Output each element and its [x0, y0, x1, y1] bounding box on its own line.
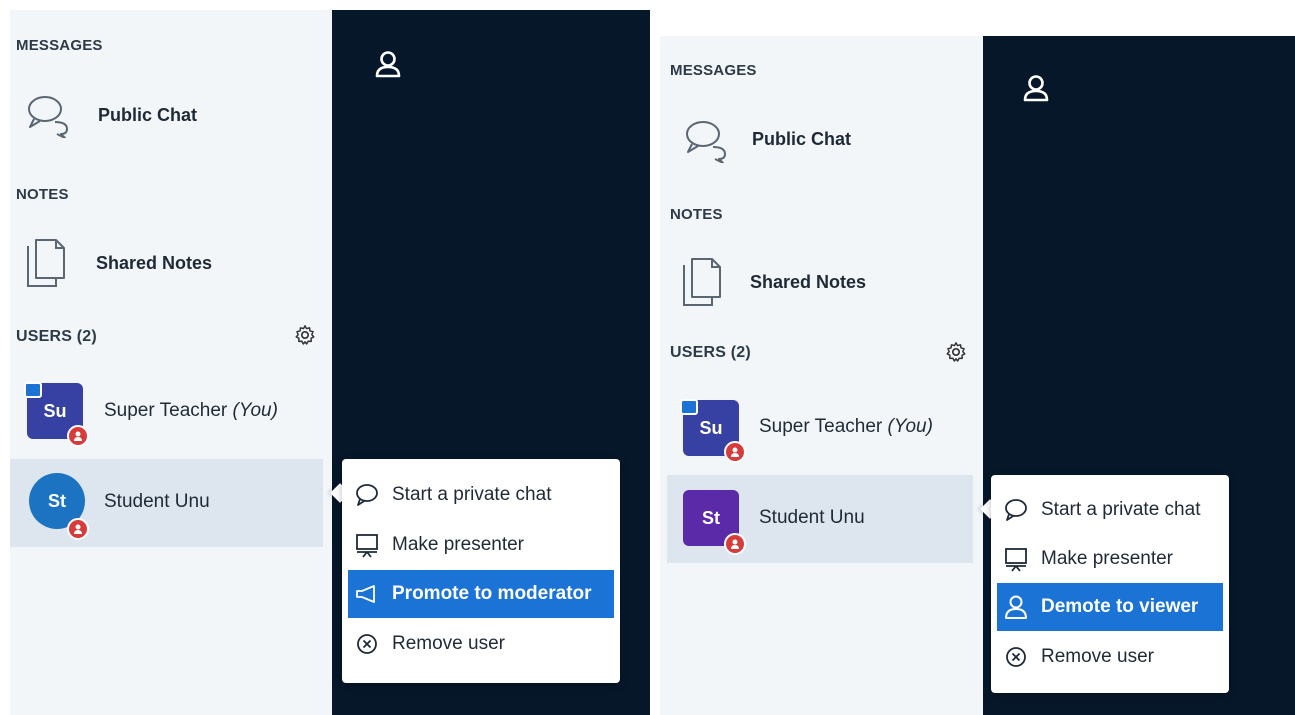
notes-icon	[27, 239, 65, 287]
make-presenter-item[interactable]: Make presenter	[348, 521, 614, 569]
users-heading: USERS (2)	[670, 344, 751, 361]
moderator-badge-icon	[67, 425, 89, 447]
presenter-badge-icon	[24, 382, 42, 398]
shared-notes-link[interactable]: Shared Notes	[96, 253, 212, 274]
menu-item-label: Remove user	[392, 633, 505, 654]
you-suffix: (You)	[887, 416, 933, 437]
promote-to-moderator-item[interactable]: Promote to moderator	[348, 570, 614, 618]
start-private-chat-item[interactable]: Start a private chat	[348, 471, 614, 519]
avatar-initials: Su	[699, 417, 723, 438]
moderator-badge-icon	[724, 533, 746, 555]
settings-gear-icon[interactable]	[294, 324, 316, 346]
menu-item-label: Remove user	[1041, 646, 1154, 667]
chat-icon	[686, 121, 726, 163]
menu-item-label: Promote to moderator	[392, 583, 592, 604]
moderator-badge-icon	[67, 518, 89, 540]
user-name-text: Super Teacher	[104, 400, 228, 421]
remove-user-item[interactable]: Remove user	[348, 620, 614, 668]
avatar-initials: Su	[43, 400, 67, 421]
notes-icon	[683, 258, 721, 306]
notes-heading: NOTES	[16, 186, 69, 203]
user-name: Student Unu	[759, 507, 865, 528]
circle-x-icon	[357, 634, 377, 654]
presentation-icon	[356, 534, 378, 558]
menu-item-label: Make presenter	[1041, 548, 1174, 569]
user-list-toggle-icon[interactable]	[375, 50, 401, 78]
user-actions-menu: Start a private chat Make presenter Prom…	[342, 459, 620, 683]
messages-heading: MESSAGES	[670, 62, 757, 79]
chat-icon	[28, 96, 68, 138]
user-list-toggle-icon[interactable]	[1023, 74, 1049, 102]
public-chat-link[interactable]: Public Chat	[98, 105, 197, 126]
user-name-text: Super Teacher	[759, 416, 883, 437]
menu-item-label: Demote to viewer	[1041, 596, 1199, 617]
notes-heading: NOTES	[670, 206, 723, 223]
user-actions-menu: Start a private chat Make presenter Demo…	[991, 475, 1229, 693]
public-chat-link[interactable]: Public Chat	[752, 129, 851, 150]
megaphone-icon	[356, 585, 375, 603]
presenter-badge-icon	[680, 399, 698, 415]
avatar-initials: St	[48, 490, 66, 511]
demote-to-viewer-item[interactable]: Demote to viewer	[997, 583, 1223, 631]
avatar-initials: St	[702, 507, 720, 528]
menu-item-label: Make presenter	[392, 534, 525, 555]
presentation-icon	[1005, 548, 1027, 572]
user-name: Super Teacher (You)	[759, 416, 933, 438]
circle-x-icon	[1006, 647, 1026, 667]
start-private-chat-item[interactable]: Start a private chat	[997, 486, 1223, 534]
you-suffix: (You)	[232, 400, 278, 421]
menu-item-label: Start a private chat	[1041, 499, 1201, 520]
user-icon	[1005, 595, 1027, 619]
moderator-badge-icon	[724, 441, 746, 463]
chat-bubble-icon	[356, 484, 378, 506]
user-name: Student Unu	[104, 491, 210, 512]
menu-item-label: Start a private chat	[392, 484, 552, 505]
make-presenter-item[interactable]: Make presenter	[997, 535, 1223, 583]
shared-notes-link[interactable]: Shared Notes	[750, 272, 866, 293]
settings-gear-icon[interactable]	[945, 341, 967, 363]
users-heading: USERS (2)	[16, 328, 97, 345]
user-name: Super Teacher (You)	[104, 400, 278, 422]
remove-user-item[interactable]: Remove user	[997, 633, 1223, 681]
chat-bubble-icon	[1005, 499, 1027, 521]
messages-heading: MESSAGES	[16, 37, 103, 54]
